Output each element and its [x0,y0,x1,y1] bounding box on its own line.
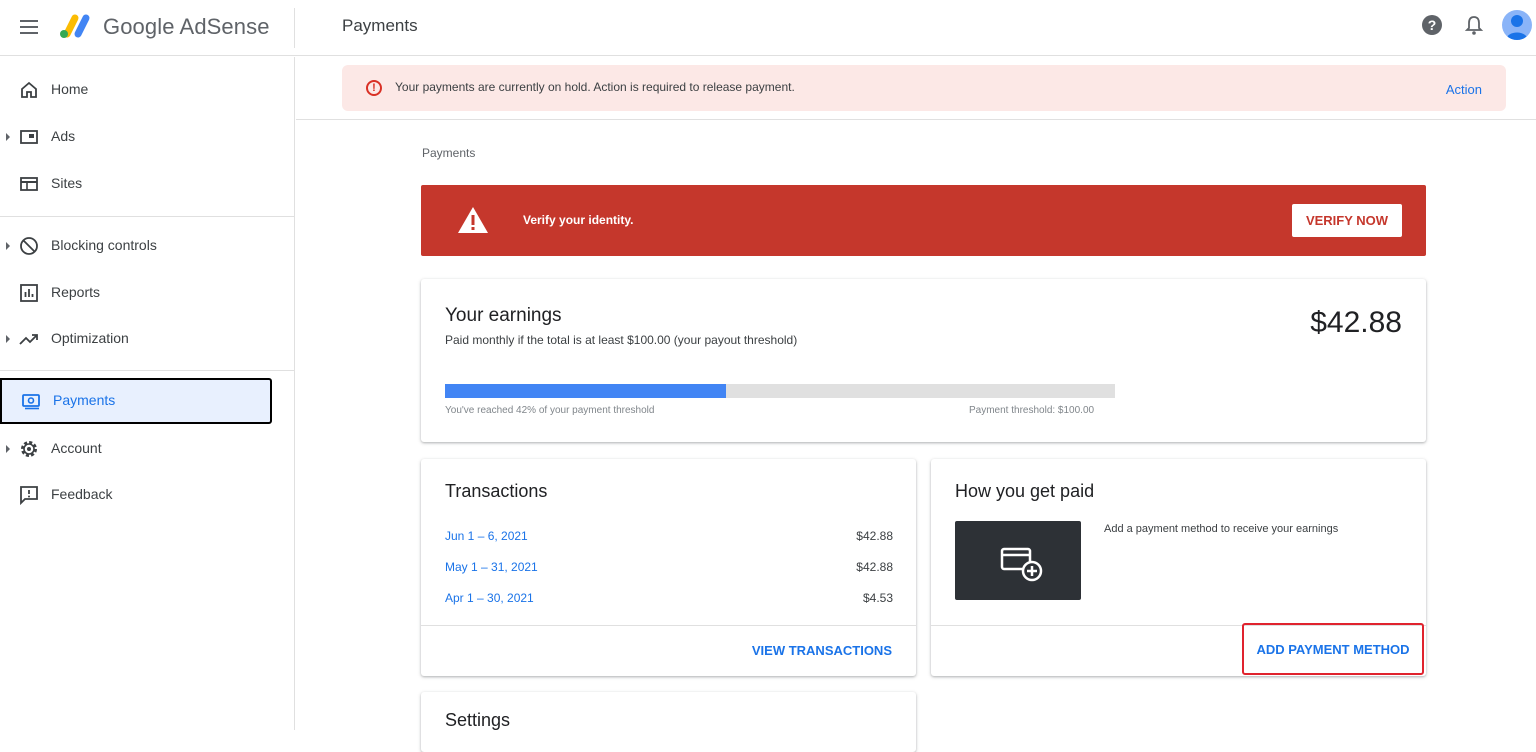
divider [421,625,916,626]
table-row: Jun 1 – 6, 2021 $42.88 [445,529,893,549]
notifications-bell-icon[interactable] [1464,14,1484,36]
adsense-logo [60,14,90,38]
table-row: Apr 1 – 30, 2021 $4.53 [445,591,893,611]
account-avatar[interactable] [1502,10,1532,40]
earnings-card: Your earnings Paid monthly if the total … [421,279,1426,442]
threshold-progress-fill [445,384,727,398]
alert-message: Your payments are currently on hold. Act… [395,80,795,94]
table-row: May 1 – 31, 2021 $42.88 [445,560,893,580]
sidebar-item-label: Blocking controls [51,237,157,253]
earnings-amount: $42.88 [1310,306,1402,339]
block-icon [20,237,38,255]
payments-icon [22,394,40,410]
verify-identity-banner: Verify your identity. VERIFY NOW [421,185,1426,256]
expand-caret-icon[interactable] [6,445,10,453]
sidebar-item-sites[interactable]: Sites [0,161,272,207]
threshold-label: Payment threshold: $100.00 [969,405,1095,416]
home-icon [21,81,37,98]
sidebar-item-label: Account [51,440,102,456]
warning-icon [458,207,488,233]
transaction-period-link[interactable]: Apr 1 – 30, 2021 [445,591,534,605]
transactions-card: Transactions Jun 1 – 6, 2021 $42.88 May … [421,459,916,676]
transaction-period-link[interactable]: May 1 – 31, 2021 [445,560,538,574]
expand-caret-icon[interactable] [6,242,10,250]
transactions-title: Transactions [445,481,548,501]
alert-icon: ! [366,80,382,96]
payment-hold-alert: ! Your payments are currently on hold. A… [342,65,1506,111]
divider [0,216,295,217]
sidebar-item-reports[interactable]: Reports [0,270,272,316]
verify-message: Verify your identity. [523,213,634,227]
expand-caret-icon[interactable] [6,335,10,343]
earnings-title: Your earnings [445,305,562,326]
sidebar-item-label: Home [51,81,89,97]
payment-method-description: Add a payment method to receive your ear… [1104,523,1339,535]
sidebar-item-payments[interactable]: Payments [0,378,272,424]
brand-name: Google AdSense [103,14,270,39]
feedback-icon [20,486,38,506]
add-card-icon [1000,547,1043,582]
transaction-amount: $42.88 [856,560,893,574]
add-payment-method-button[interactable]: ADD PAYMENT METHOD [1242,623,1424,675]
transaction-amount: $42.88 [856,529,893,543]
sidebar-item-ads[interactable]: Ads [0,114,272,160]
settings-card: Settings [421,692,916,752]
view-transactions-button[interactable]: VIEW TRANSACTIONS [752,643,892,658]
transaction-period-link[interactable]: Jun 1 – 6, 2021 [445,529,528,543]
sidebar-item-label: Payments [53,392,116,408]
ads-icon [20,130,38,144]
sidebar-item-blocking-controls[interactable]: Blocking controls [0,223,272,269]
sidebar-item-home[interactable]: Home [0,67,272,113]
menu-icon[interactable] [18,16,40,38]
sidebar: Home Ads Sites Blocking controls Reports… [0,57,295,730]
settings-title: Settings [445,710,511,730]
help-icon[interactable]: ? [1422,15,1442,35]
transaction-amount: $4.53 [862,591,893,605]
sidebar-item-feedback[interactable]: Feedback [0,472,272,518]
how-you-get-paid-card: How you get paid Add a payment method to… [931,459,1426,676]
sidebar-item-label: Feedback [51,486,113,502]
divider [294,8,295,48]
how-paid-title: How you get paid [955,481,1095,501]
sidebar-item-label: Ads [51,128,76,144]
top-app-bar: Google AdSense Payments ? [0,0,1536,56]
reports-icon [20,284,38,302]
page-title: Payments [342,16,418,35]
sites-icon [20,177,38,191]
sidebar-item-label: Reports [51,284,101,300]
verify-now-button[interactable]: VERIFY NOW [1292,204,1402,237]
divider [0,370,295,371]
alert-area: ! Your payments are currently on hold. A… [296,57,1536,120]
breadcrumb: Payments [422,146,476,160]
earnings-subtitle: Paid monthly if the total is at least $1… [445,333,798,347]
sidebar-item-label: Sites [51,175,83,191]
sidebar-item-account[interactable]: Account [0,426,272,472]
sidebar-item-label: Optimization [51,330,129,346]
alert-action-link[interactable]: Action [1446,82,1482,97]
add-payment-tile [955,521,1081,600]
gear-icon [21,441,37,457]
expand-caret-icon[interactable] [6,133,10,141]
threshold-progress-bar [445,384,1115,398]
trending-up-icon [19,334,38,345]
progress-label: You've reached 42% of your payment thres… [445,405,655,416]
sidebar-item-optimization[interactable]: Optimization [0,316,272,362]
